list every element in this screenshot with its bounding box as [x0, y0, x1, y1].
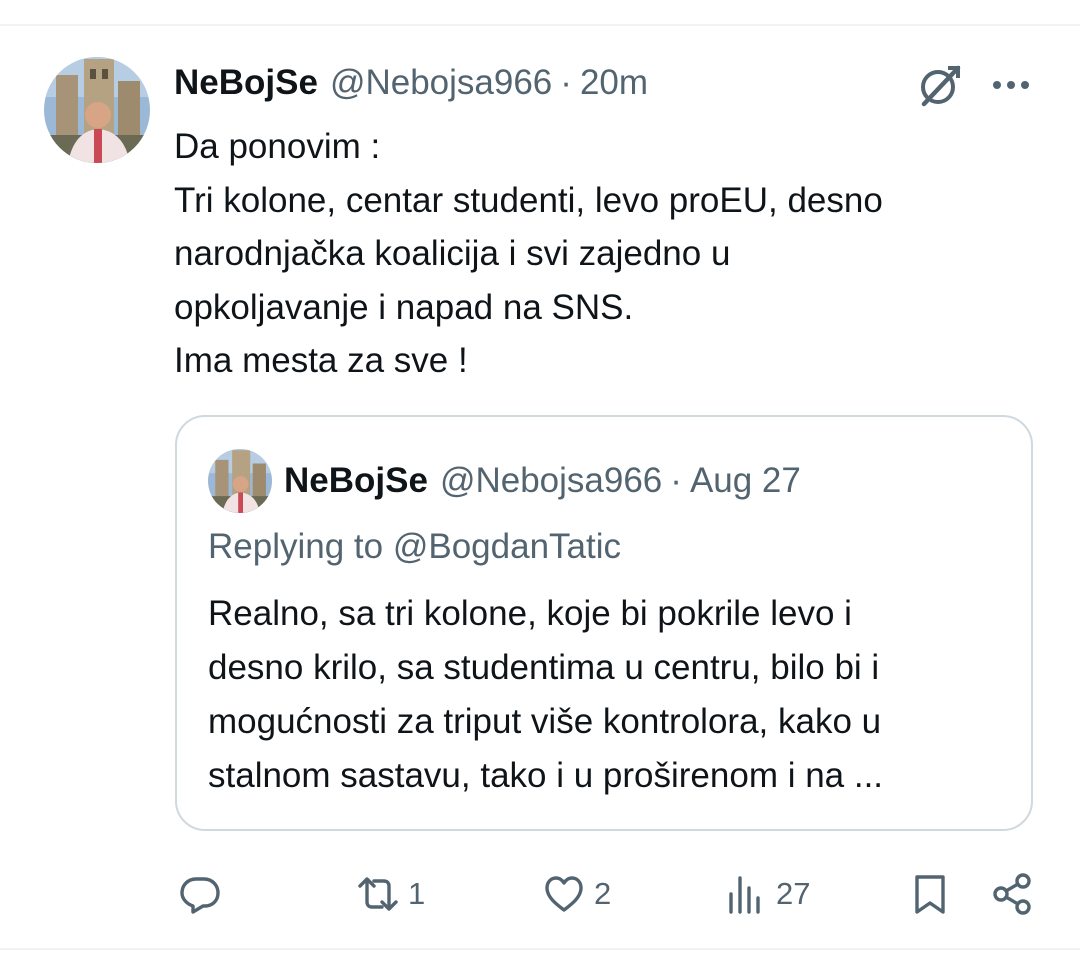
tweet-text-line: Tri kolone, centar studenti, levo proEU,… — [174, 180, 883, 220]
tweet-header: NeBojSe @Nebojsa966 · 20m — [174, 58, 648, 108]
quoted-text-line: desno krilo, sa studentima u centru, bil… — [208, 648, 880, 687]
retweet-count: 1 — [408, 876, 426, 911]
like-button[interactable]: 2 — [542, 866, 611, 922]
reply-button[interactable] — [178, 866, 230, 922]
quoted-header: NeBojSe @Nebojsa966 · Aug 27 — [284, 453, 801, 509]
heart-icon — [545, 876, 583, 912]
retweet-button[interactable]: 1 — [356, 866, 425, 922]
grok-icon[interactable] — [914, 60, 964, 110]
quoted-user-handle: @Nebojsa966 — [439, 461, 663, 500]
user-handle[interactable]: @Nebojsa966 — [330, 63, 552, 103]
separator-dot: · — [670, 461, 682, 500]
tweet-text: Da ponovim : Tri kolone, centar studenti… — [174, 120, 1034, 388]
quoted-text-line: mogućnosti za triput više kontrolora, ka… — [208, 702, 882, 741]
quoted-display-name: NeBojSe — [284, 461, 428, 500]
views-count: 27 — [776, 876, 811, 911]
quoted-tweet-card[interactable]: NeBojSe @Nebojsa966 · Aug 27 Replying to… — [175, 415, 1033, 831]
action-bar: 1 2 27 — [0, 866, 1080, 922]
top-divider — [0, 24, 1080, 26]
reply-icon — [180, 877, 220, 914]
tweet-text-line: Da ponovim : — [174, 127, 381, 166]
quoted-text-line: stalnom sastavu, tako i u proširenom i n… — [208, 756, 884, 795]
views-chart-icon — [729, 876, 760, 914]
tweet-text-line: narodnjačka koalicija i svi zajedno u — [174, 234, 731, 273]
quoted-date: Aug 27 — [689, 461, 801, 500]
quoted-text-line: Realno, sa tri kolone, koje bi pokrile l… — [208, 594, 852, 633]
retweet-icon — [358, 877, 398, 911]
quoted-avatar-photo — [208, 449, 272, 513]
tweet-text-line: opkoljavanje i napad na SNS. — [174, 287, 634, 327]
share-button[interactable] — [990, 866, 1034, 922]
quoted-text: Realno, sa tri kolone, koje bi pokrile l… — [208, 587, 1018, 803]
tweet-text-line: Ima mesta za sve ! — [174, 341, 468, 380]
avatar-photo — [44, 57, 150, 163]
display-name[interactable]: NeBojSe — [174, 63, 318, 103]
replying-to-mention: @BogdanTatic — [392, 527, 622, 566]
like-count: 2 — [594, 876, 612, 911]
replying-to: Replying to @BogdanTatic — [208, 527, 621, 567]
more-horizontal-icon[interactable] — [988, 62, 1034, 108]
bookmark-button[interactable] — [908, 866, 952, 922]
separator-dot: · — [560, 63, 572, 102]
avatar[interactable] — [44, 57, 150, 163]
replying-to-label: Replying to — [208, 527, 384, 566]
views-button[interactable]: 27 — [724, 866, 810, 922]
bookmark-icon — [915, 875, 945, 914]
bottom-divider — [0, 948, 1080, 950]
quoted-avatar — [208, 449, 272, 513]
share-icon — [993, 873, 1031, 915]
timestamp[interactable]: 20m — [580, 63, 648, 103]
